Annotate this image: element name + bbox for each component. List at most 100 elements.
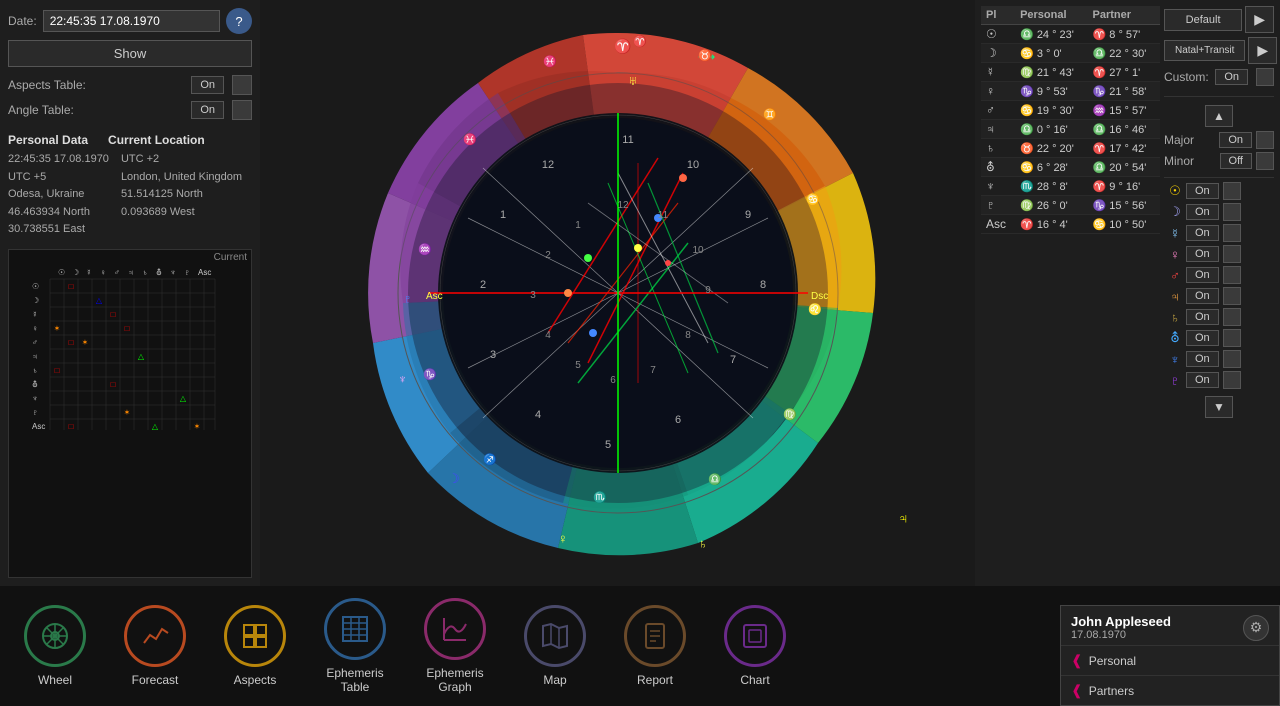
- planet-symbol: Asc: [981, 215, 1015, 234]
- pluto-toggle-btn[interactable]: On: [1186, 372, 1219, 388]
- svg-text:✶: ✶: [124, 408, 131, 417]
- map-label: Map: [543, 673, 566, 687]
- custom-toggle-btn[interactable]: On: [1215, 69, 1248, 85]
- nav-down-btn[interactable]: ▼: [1205, 396, 1233, 418]
- ephemeris-table-label: EphemerisTable: [326, 666, 383, 694]
- svg-text:6: 6: [674, 414, 680, 426]
- user-card: John Appleseed 17.08.1970 ⚙ ❰ Personal ❰…: [1060, 605, 1280, 706]
- svg-text:7: 7: [729, 354, 735, 366]
- nav-forecast[interactable]: Forecast: [120, 605, 190, 687]
- saturn-toggle-btn[interactable]: On: [1186, 309, 1219, 325]
- uranus-toggle-btn[interactable]: On: [1186, 330, 1219, 346]
- svg-text:⛢: ⛢: [32, 380, 38, 389]
- uranus-indicator: [1223, 329, 1241, 347]
- jupiter-toggle-btn[interactable]: On: [1186, 288, 1219, 304]
- user-settings-btn[interactable]: ⚙: [1243, 615, 1269, 641]
- mercury-toggle-btn[interactable]: On: [1186, 225, 1219, 241]
- neptune-toggle-btn[interactable]: On: [1186, 351, 1219, 367]
- personal-data: Personal Data Current Location 22:45:35 …: [8, 133, 252, 239]
- svg-text:♂: ♂: [114, 268, 120, 277]
- show-button[interactable]: Show: [8, 40, 252, 67]
- venus-toggle-btn[interactable]: On: [1186, 246, 1219, 262]
- svg-text:♆: ♆: [398, 372, 407, 386]
- planet-symbol: ☿: [981, 63, 1015, 82]
- svg-text:△: △: [96, 296, 103, 305]
- planet-personal: ♋ 6 ° 28': [1015, 158, 1087, 177]
- svg-text:7: 7: [650, 365, 656, 376]
- major-toggle-btn[interactable]: On: [1219, 132, 1252, 148]
- natal-arrow-btn[interactable]: ▶: [1248, 37, 1277, 64]
- svg-text:9: 9: [744, 209, 750, 221]
- svg-text:♇: ♇: [184, 268, 190, 277]
- date-input[interactable]: [43, 10, 220, 32]
- default-preset-btn[interactable]: Default: [1164, 9, 1242, 31]
- planet-data-section: Pl Personal Partner ☉ ♎ 24 ° 23' ♈ 8 ° 5…: [981, 6, 1160, 422]
- venus-indicator: [1223, 245, 1241, 263]
- planet-row: ♂ ♋ 19 ° 30' ♒ 15 ° 57': [981, 101, 1160, 120]
- nav-chart[interactable]: Chart: [720, 605, 790, 687]
- planet-personal: ♎ 0 ° 16': [1015, 120, 1087, 139]
- angle-table-label: Angle Table:: [8, 103, 183, 117]
- nav-wheel[interactable]: Wheel: [20, 605, 90, 687]
- svg-text:□: □: [55, 366, 60, 375]
- nav-report[interactable]: Report: [620, 605, 690, 687]
- svg-text:♓: ♓: [463, 133, 477, 146]
- nav-ephemeris-table[interactable]: EphemerisTable: [320, 598, 390, 694]
- help-button[interactable]: ?: [226, 8, 252, 34]
- map-icon: [524, 605, 586, 667]
- angle-table-toggle[interactable]: On: [191, 101, 224, 119]
- sun-toggle-btn[interactable]: On: [1186, 183, 1219, 199]
- svg-text:⛢: ⛢: [156, 268, 162, 277]
- user-partners-tab[interactable]: ❰ Partners: [1061, 675, 1279, 705]
- planet-symbol: ♇: [981, 196, 1015, 215]
- major-indicator: [1256, 131, 1274, 149]
- svg-text:□: □: [111, 310, 116, 319]
- minor-label: Minor: [1164, 154, 1220, 168]
- forecast-label: Forecast: [132, 673, 179, 687]
- chart-area: ♈ ⟶ ♅ ↗ ♃ ♅ ♇ ♃ ♂ ☉ ♃ ♄ ♀ ☽ ♆ ♇ ♄: [260, 0, 975, 586]
- svg-text:△: △: [138, 352, 145, 361]
- venus-symbol: ♀: [1164, 247, 1186, 262]
- partners-tab-label: Partners: [1089, 684, 1134, 698]
- jupiter-indicator: [1223, 287, 1241, 305]
- nav-aspects[interactable]: Aspects: [220, 605, 290, 687]
- nav-map[interactable]: Map: [520, 605, 590, 687]
- planet-personal: ♍ 21 ° 43': [1015, 63, 1087, 82]
- planet-partner: ♑ 21 ° 58': [1088, 82, 1160, 101]
- nav-up-btn[interactable]: ▲: [1205, 105, 1233, 127]
- svg-text:☽: ☽: [32, 296, 39, 305]
- svg-text:4: 4: [534, 409, 540, 421]
- svg-text:♄: ♄: [698, 536, 708, 551]
- planet-partner: ♎ 22 ° 30': [1088, 44, 1160, 63]
- location-line1: UTC +2: [121, 151, 242, 169]
- svg-text:♎: ♎: [708, 473, 722, 486]
- nav-ephemeris-graph[interactable]: EphemerisGraph: [420, 598, 490, 694]
- svg-text:2: 2: [479, 279, 485, 291]
- svg-text:10: 10: [692, 245, 704, 256]
- mercury-indicator: [1223, 224, 1241, 242]
- planet-row: ☽ ♋ 3 ° 0' ♎ 22 ° 30': [981, 44, 1160, 63]
- planet-partner: ♈ 8 ° 57': [1088, 25, 1160, 44]
- mars-indicator: [1223, 266, 1241, 284]
- pluto-symbol: ♇: [1164, 373, 1186, 388]
- svg-text:♐: ♐: [483, 453, 497, 466]
- svg-text:♒: ♒: [418, 243, 432, 256]
- moon-toggle-btn[interactable]: On: [1186, 204, 1219, 220]
- planet-partner: ♈ 9 ° 16': [1088, 177, 1160, 196]
- svg-text:□: □: [69, 338, 74, 347]
- planet-personal: ♏ 28 ° 8': [1015, 177, 1087, 196]
- personal-data-title: Personal Data: [8, 133, 88, 147]
- left-panel: Date: ? Show Aspects Table: On Angle Tab…: [0, 0, 260, 586]
- default-arrow-btn[interactable]: ▶: [1245, 6, 1274, 33]
- aspects-table-toggle[interactable]: On: [191, 76, 224, 94]
- mars-toggle-btn[interactable]: On: [1186, 267, 1219, 283]
- user-personal-tab[interactable]: ❰ Personal: [1061, 645, 1279, 675]
- svg-text:11: 11: [657, 210, 668, 221]
- mars-symbol: ♂: [1164, 268, 1186, 283]
- minor-toggle-btn[interactable]: Off: [1220, 153, 1252, 169]
- svg-text:♄: ♄: [142, 268, 148, 277]
- svg-text:5: 5: [604, 439, 610, 451]
- astrology-chart: ♈ ⟶ ♅ ↗ ♃ ♅ ♇ ♃ ♂ ☉ ♃ ♄ ♀ ☽ ♆ ♇ ♄: [328, 3, 908, 583]
- svg-text:♆: ♆: [170, 268, 176, 277]
- natal-transit-btn[interactable]: Natal+Transit: [1164, 40, 1245, 61]
